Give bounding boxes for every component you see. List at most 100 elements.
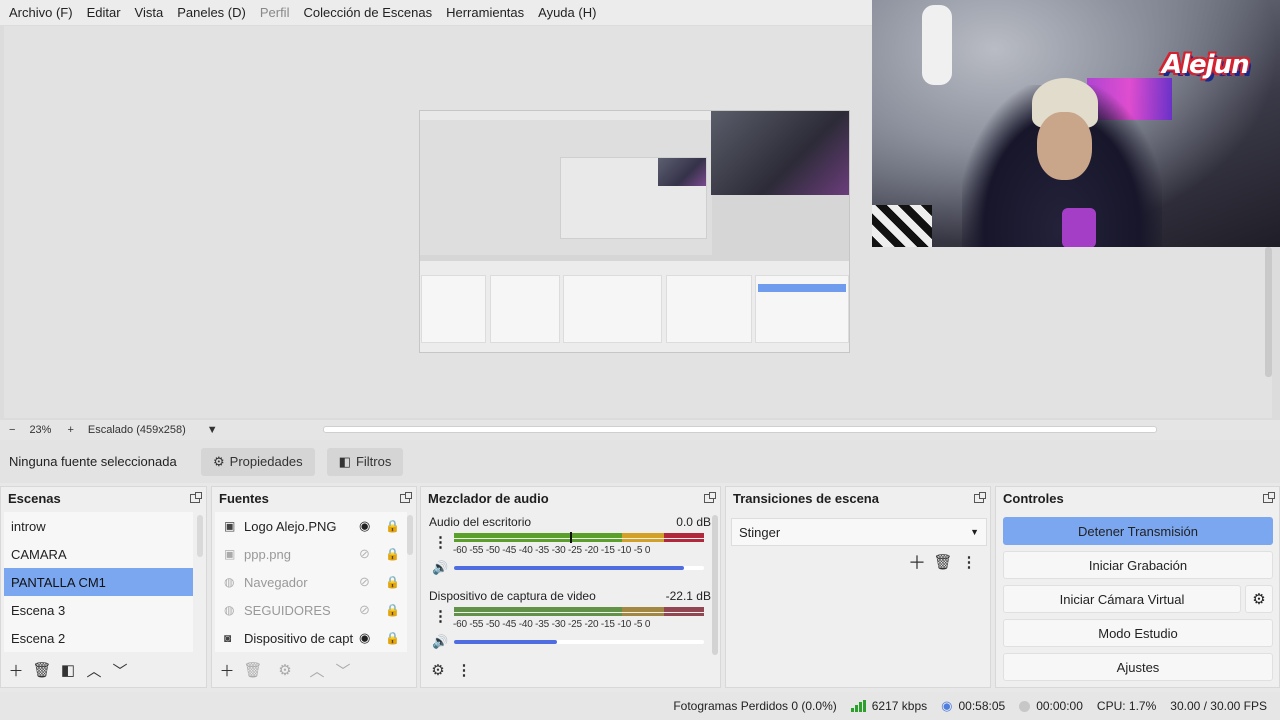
gear-icon: ⚙	[213, 453, 225, 469]
nested-camera	[711, 111, 849, 195]
menu-editar[interactable]: Editar	[80, 5, 128, 20]
scenes-scrollbar[interactable]	[197, 515, 203, 557]
transitions-dock: Transiciones de escena Stinger ▼ ＋ 🗑 ⋮	[725, 486, 991, 688]
virtual-camera-settings-icon[interactable]: ⚙	[1245, 585, 1273, 613]
meter-red	[664, 607, 704, 612]
menu-paneles[interactable]: Paneles (D)	[170, 5, 253, 20]
remove-transition-icon[interactable]: 🗑	[930, 550, 956, 574]
source-item[interactable]: ◍ Navegador ⊘ 🔒	[215, 568, 407, 596]
scene-item-selected[interactable]: PANTALLA CM1	[4, 568, 193, 596]
volume-slider[interactable]	[454, 640, 704, 644]
streamer-face	[1037, 112, 1092, 180]
studio-mode-button[interactable]: Modo Estudio	[1003, 619, 1273, 647]
meter-yellow	[622, 533, 664, 538]
preview-vertical-scrollbar[interactable]	[1265, 247, 1272, 377]
scene-filters-icon[interactable]: ◧	[55, 658, 81, 682]
settings-button[interactable]: Ajustes	[1003, 653, 1273, 681]
cow-print-chair	[872, 205, 932, 247]
menu-perfil[interactable]: Perfil	[253, 5, 297, 20]
source-item[interactable]: ▣ ppp.png ⊘ 🔒	[215, 540, 407, 568]
properties-button[interactable]: ⚙ Propiedades	[201, 447, 315, 476]
menu-herramientas[interactable]: Herramientas	[439, 5, 531, 20]
cpu-text: CPU: 1.7%	[1096, 699, 1157, 713]
visibility-icon[interactable]: ◉	[359, 518, 370, 534]
source-item[interactable]: ◍ SEGUIDORES ⊘ 🔒	[215, 596, 407, 624]
channel-menu-icon[interactable]: ⋮	[433, 609, 448, 624]
source-settings-icon[interactable]: ⚙	[272, 658, 298, 682]
lock-icon[interactable]: 🔒	[385, 575, 400, 589]
unlock-icon[interactable]: 🔒	[385, 631, 400, 645]
start-recording-button[interactable]: Iniciar Grabación	[1003, 551, 1273, 579]
scene-item[interactable]: introw	[4, 512, 193, 540]
image-icon: ▣	[224, 547, 236, 561]
move-up-icon[interactable]: ︿	[81, 658, 107, 682]
add-scene-icon[interactable]: ＋	[3, 658, 29, 682]
speaker-icon[interactable]: 🔊	[432, 560, 448, 576]
zoom-level: 23%	[29, 424, 52, 436]
nested-scenes	[421, 275, 486, 343]
meter-yellow	[622, 613, 664, 616]
start-virtual-camera-button[interactable]: Iniciar Cámara Virtual	[1003, 585, 1241, 613]
menu-coleccion-escenas[interactable]: Colección de Escenas	[296, 5, 439, 20]
menu-ayuda[interactable]: Ayuda (H)	[531, 5, 603, 20]
scenes-title: Escenas	[8, 490, 61, 506]
transitions-title: Transiciones de escena	[733, 490, 879, 506]
menu-vista[interactable]: Vista	[128, 5, 171, 20]
meter-yellow	[622, 539, 664, 542]
chevron-down-icon: ▼	[970, 527, 979, 537]
source-item[interactable]: ▣ Logo Alejo.PNG ◉ 🔒	[215, 512, 407, 540]
peak-indicator	[570, 532, 572, 543]
sources-scrollbar[interactable]	[407, 515, 413, 555]
menu-archivo[interactable]: Archivo (F)	[2, 5, 80, 20]
move-down-icon[interactable]: ﹀	[107, 658, 133, 682]
filters-button[interactable]: ◧ Filtros	[326, 447, 404, 476]
hidden-icon[interactable]: ⊘	[359, 574, 370, 590]
record-time-text: 00:00:00	[1036, 699, 1083, 713]
move-down-icon[interactable]: ﹀	[330, 658, 356, 682]
no-source-label: Ninguna fuente seleccionada	[9, 454, 177, 469]
speaker-icon[interactable]: 🔊	[432, 634, 448, 650]
remove-source-icon[interactable]: 🗑	[240, 658, 266, 682]
unlock-icon[interactable]: 🔒	[385, 519, 400, 533]
mixer-header: Mezclador de audio	[421, 487, 720, 509]
zoom-out-button[interactable]: −	[9, 424, 15, 436]
undock-icon[interactable]	[704, 491, 716, 503]
undock-icon[interactable]	[974, 491, 986, 503]
fps-text: 30.00 / 30.00 FPS	[1170, 699, 1267, 713]
source-name: Dispositivo de captura de video	[244, 630, 354, 646]
preview-horizontal-scrollbar[interactable]	[323, 426, 1157, 433]
remove-scene-icon[interactable]: 🗑	[29, 658, 55, 682]
unlock-icon[interactable]: 🔒	[385, 603, 400, 617]
stop-streaming-button[interactable]: Detener Transmisión	[1003, 517, 1273, 545]
transition-select[interactable]: Stinger ▼	[731, 518, 987, 546]
scaling-dropdown-icon[interactable]: ▼	[207, 424, 218, 436]
hidden-icon[interactable]: ⊘	[359, 546, 370, 562]
scene-item[interactable]: Escena 2	[4, 624, 193, 652]
undock-icon[interactable]	[190, 491, 202, 503]
zoom-in-button[interactable]: +	[67, 424, 73, 436]
hidden-icon[interactable]: ⊘	[359, 602, 370, 618]
signal-bar	[858, 702, 862, 712]
source-item[interactable]: ◙ Dispositivo de captura de video ◉ 🔒	[215, 624, 407, 652]
add-source-icon[interactable]: ＋	[214, 658, 240, 682]
scene-item[interactable]: Escena 3	[4, 596, 193, 624]
signal-bars-icon	[850, 700, 866, 712]
sources-toolbar: ＋ 🗑 ⚙ ︿ ﹀	[214, 658, 356, 682]
logo-text: Alejun	[1162, 50, 1250, 80]
move-up-icon[interactable]: ︿	[304, 658, 330, 682]
add-transition-icon[interactable]: ＋	[904, 550, 930, 574]
scene-item[interactable]: CAMARA	[4, 540, 193, 568]
mixer-scrollbar[interactable]	[712, 515, 718, 655]
undock-icon[interactable]	[400, 491, 412, 503]
nested-preview	[420, 120, 712, 255]
audio-mixer-dock: Mezclador de audio Audio del escritorio …	[420, 486, 721, 688]
mixer-menu-icon[interactable]: ⋮	[451, 658, 477, 682]
undock-icon[interactable]	[1263, 491, 1275, 503]
channel-menu-icon[interactable]: ⋮	[433, 535, 448, 550]
unlock-icon[interactable]: 🔒	[385, 547, 400, 561]
transition-menu-icon[interactable]: ⋮	[956, 550, 982, 574]
sources-header: Fuentes	[212, 487, 416, 509]
visibility-icon[interactable]: ◉	[359, 630, 370, 646]
volume-slider[interactable]	[454, 566, 704, 570]
advanced-audio-icon[interactable]: ⚙	[425, 658, 451, 682]
